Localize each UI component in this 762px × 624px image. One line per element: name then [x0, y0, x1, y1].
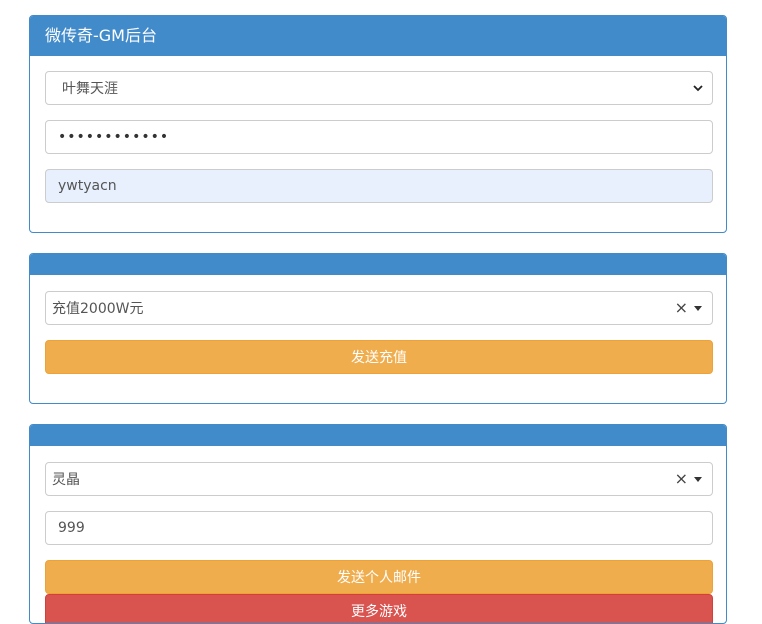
select-controls: × — [675, 463, 702, 495]
select-controls: × — [675, 292, 702, 324]
gm-login-panel: 微传奇-GM后台 叶舞天涯 •••••••••••• ywtyacn — [29, 15, 727, 233]
quantity-value: 999 — [58, 520, 85, 536]
panel-heading — [30, 254, 726, 275]
send-mail-label: 发送个人邮件 — [337, 570, 421, 586]
recharge-select[interactable]: 充值2000W元 × — [45, 291, 713, 325]
panel-heading — [30, 425, 726, 446]
more-games-label: 更多游戏 — [351, 604, 407, 620]
password-value: •••••••••••• — [58, 129, 170, 145]
caret-down-icon[interactable] — [694, 476, 702, 482]
caret-down-icon[interactable] — [694, 305, 702, 311]
more-games-button[interactable]: 更多游戏 — [45, 594, 713, 623]
send-recharge-label: 发送充值 — [351, 350, 407, 366]
quantity-field[interactable]: 999 — [45, 511, 713, 545]
username-value: ywtyacn — [58, 178, 117, 194]
item-select[interactable]: 灵晶 × — [45, 462, 713, 496]
recharge-select-value: 充值2000W元 — [52, 301, 144, 317]
page-title: 微传奇-GM后台 — [45, 26, 157, 45]
server-select-value: 叶舞天涯 — [62, 81, 118, 97]
clear-icon[interactable]: × — [675, 300, 688, 316]
server-select[interactable]: 叶舞天涯 — [45, 71, 713, 105]
item-select-value: 灵晶 — [52, 472, 80, 488]
clear-icon[interactable]: × — [675, 471, 688, 487]
password-field[interactable]: •••••••••••• — [45, 120, 713, 154]
panel-heading: 微传奇-GM后台 — [30, 16, 726, 56]
mail-panel: 灵晶 × 999 发送个人邮件 更多游戏 — [29, 424, 727, 624]
send-mail-button[interactable]: 发送个人邮件 — [45, 560, 713, 594]
chevron-down-icon — [693, 85, 703, 92]
send-recharge-button[interactable]: 发送充值 — [45, 340, 713, 374]
username-field[interactable]: ywtyacn — [45, 169, 713, 203]
recharge-panel: 充值2000W元 × 发送充值 — [29, 253, 727, 404]
